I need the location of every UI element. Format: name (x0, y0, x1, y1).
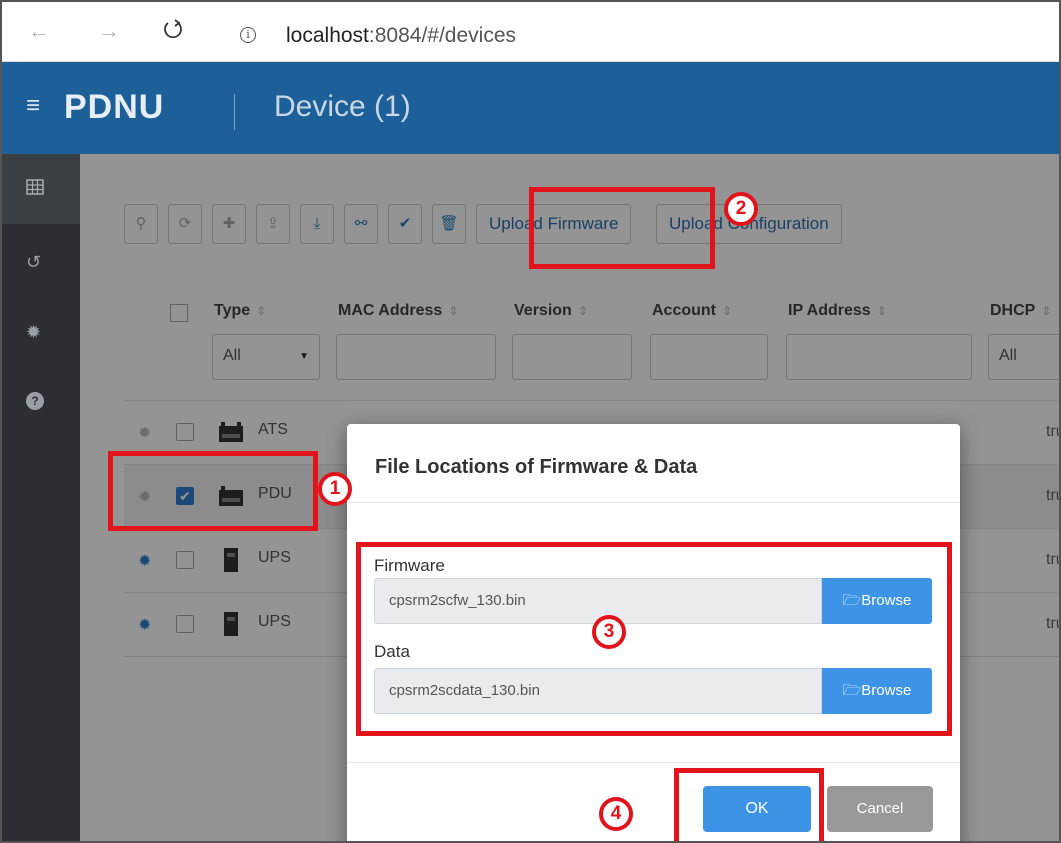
sidebar-item-history[interactable]: ↺ (2, 228, 80, 298)
annotation-box-pdu-row (108, 451, 318, 531)
header-divider (234, 94, 235, 130)
dialog-title: File Locations of Firmware & Data (375, 456, 698, 478)
screenshot-frame: ← → i localhost:8084/#/devices ≡ PDNU De… (0, 0, 1061, 843)
forward-arrow-icon[interactable]: → (98, 20, 120, 42)
annotation-box-file-fields (356, 542, 952, 736)
back-arrow-icon[interactable]: ← (28, 20, 50, 42)
app-header: ≡ PDNU Device (1) (2, 62, 1059, 154)
grid-icon (26, 179, 44, 195)
dialog-header-divider (347, 502, 960, 503)
hamburger-menu-icon[interactable]: ≡ (26, 94, 40, 118)
annotation-step-4: 4 (599, 797, 633, 831)
url-path: :8084/#/devices (368, 24, 516, 47)
reload-icon[interactable] (162, 18, 184, 40)
gear-icon: ✹ (26, 322, 42, 342)
history-icon: ↺ (26, 252, 42, 272)
sidebar-item-settings[interactable]: ✹ (2, 298, 80, 368)
dialog-footer-divider (347, 762, 960, 763)
help-icon: ? (26, 392, 44, 410)
site-info-icon[interactable]: i (240, 27, 256, 43)
sidebar-item-help[interactable]: ? (2, 368, 80, 438)
page-title: Device (1) (274, 90, 411, 123)
annotation-step-3: 3 (592, 615, 626, 649)
url-field[interactable]: localhost:8084/#/devices (286, 24, 516, 48)
browser-address-bar: ← → i localhost:8084/#/devices (2, 2, 1059, 62)
annotation-box-ok-button (674, 768, 824, 841)
annotation-box-upload-firmware (529, 187, 715, 269)
cancel-button[interactable]: Cancel (827, 786, 933, 832)
annotation-step-2: 2 (724, 192, 758, 226)
sidebar-item-devices[interactable] (2, 154, 80, 224)
url-host: localhost (286, 24, 369, 47)
annotation-step-1: 1 (318, 472, 352, 506)
app-brand: PDNU (64, 88, 165, 126)
sidebar: ↺ ✹ ? (2, 154, 80, 841)
